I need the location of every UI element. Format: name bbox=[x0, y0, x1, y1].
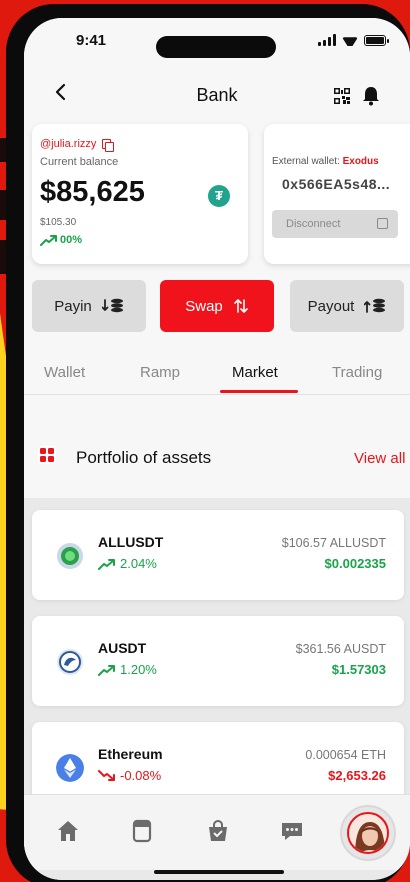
home-indicator bbox=[154, 870, 284, 874]
external-link-icon bbox=[377, 218, 388, 229]
tab-ramp[interactable]: Ramp bbox=[140, 364, 180, 381]
swap-icon bbox=[233, 299, 248, 313]
divider bbox=[24, 394, 410, 395]
balance-card: @julia.rizzy Current balance $85,625 ₮ $… bbox=[32, 124, 248, 264]
status-icons bbox=[318, 34, 389, 46]
external-wallet-card: External wallet: Exodus 0x566EA5s48... D… bbox=[264, 124, 410, 264]
asset-name: ALLUSDT bbox=[98, 534, 164, 550]
balance-amount: $85,625 bbox=[40, 176, 145, 208]
qr-code-icon[interactable] bbox=[334, 88, 350, 104]
external-wallet-address: 0x566EA5s48... bbox=[282, 176, 391, 192]
card-icon[interactable] bbox=[130, 819, 154, 843]
page-title: Bank bbox=[196, 85, 238, 105]
coin-stack-out-icon bbox=[364, 298, 386, 313]
asset-card-ausdt[interactable]: AUSDT 1.20% $361.56 AUSDT $1.57303 bbox=[32, 616, 404, 706]
signal-icon bbox=[318, 34, 336, 46]
tether-icon: ₮ bbox=[208, 185, 230, 207]
wifi-icon bbox=[342, 34, 358, 46]
asset-holding: 0.000654 ETH bbox=[305, 748, 386, 762]
asset-value: $2,653.26 bbox=[328, 768, 386, 783]
tab-market[interactable]: Market bbox=[232, 364, 278, 381]
asset-card-allusdt[interactable]: ALLUSDT 2.04% $106.57 ALLUSDT $0.002335 bbox=[32, 510, 404, 600]
payout-button[interactable]: Payout bbox=[290, 280, 404, 332]
ethereum-logo-icon bbox=[56, 754, 84, 782]
asset-value: $1.57303 bbox=[331, 662, 386, 677]
tab-wallet[interactable]: Wallet bbox=[44, 364, 85, 381]
payin-button[interactable]: Payin bbox=[32, 280, 146, 332]
ausdt-logo-icon bbox=[57, 649, 83, 675]
external-wallet-label: External wallet: Exodus bbox=[272, 156, 379, 167]
tab-bar: Wallet Ramp Market Trading bbox=[24, 360, 410, 396]
trend-up-icon bbox=[98, 664, 115, 676]
asset-change: 1.20% bbox=[98, 662, 157, 677]
avatar-photo bbox=[347, 812, 389, 854]
phone-frame: 9:41 Bank @julia.rizzy Current balance $… bbox=[6, 4, 410, 882]
copy-icon[interactable] bbox=[102, 138, 115, 152]
swap-button[interactable]: Swap bbox=[160, 280, 274, 332]
view-all-link[interactable]: View all bbox=[354, 450, 405, 467]
portfolio-title: Portfolio of assets bbox=[76, 448, 212, 467]
asset-holding: $361.56 AUSDT bbox=[295, 642, 386, 656]
asset-name: Ethereum bbox=[98, 746, 163, 762]
active-tab-indicator bbox=[220, 390, 298, 393]
bottom-nav bbox=[24, 794, 410, 870]
user-avatar-icon bbox=[355, 822, 385, 852]
home-icon[interactable] bbox=[56, 819, 80, 843]
asset-holding: $106.57 ALLUSDT bbox=[281, 536, 386, 550]
bell-icon[interactable] bbox=[362, 86, 380, 106]
dynamic-island bbox=[156, 36, 276, 58]
asset-change: 2.04% bbox=[98, 556, 157, 571]
coin-stack-in-icon bbox=[101, 298, 123, 313]
allusdt-logo-icon bbox=[57, 543, 83, 569]
asset-value: $0.002335 bbox=[324, 556, 386, 571]
disconnect-button[interactable]: Disconnect bbox=[272, 210, 398, 238]
chat-icon[interactable] bbox=[280, 819, 304, 843]
avatar[interactable] bbox=[340, 805, 396, 861]
balance-label: Current balance bbox=[40, 156, 119, 168]
trend-down-icon bbox=[98, 769, 115, 781]
app-screen: 9:41 Bank @julia.rizzy Current balance $… bbox=[24, 18, 410, 880]
asset-change: -0.08% bbox=[98, 768, 161, 783]
user-handle: @julia.rizzy bbox=[40, 138, 97, 150]
external-wallet-provider: Exodus bbox=[342, 156, 379, 167]
tab-trading[interactable]: Trading bbox=[332, 364, 382, 381]
trend-up-icon bbox=[98, 558, 115, 570]
trend-up-icon bbox=[40, 235, 57, 246]
shopping-bag-icon[interactable] bbox=[206, 819, 230, 843]
battery-icon bbox=[364, 34, 389, 46]
asset-name: AUSDT bbox=[98, 640, 147, 656]
balance-change: 00% bbox=[40, 234, 82, 246]
portfolio-icon bbox=[38, 446, 56, 464]
status-time: 9:41 bbox=[76, 32, 107, 49]
balance-sub-amount: $105.30 bbox=[40, 217, 77, 228]
